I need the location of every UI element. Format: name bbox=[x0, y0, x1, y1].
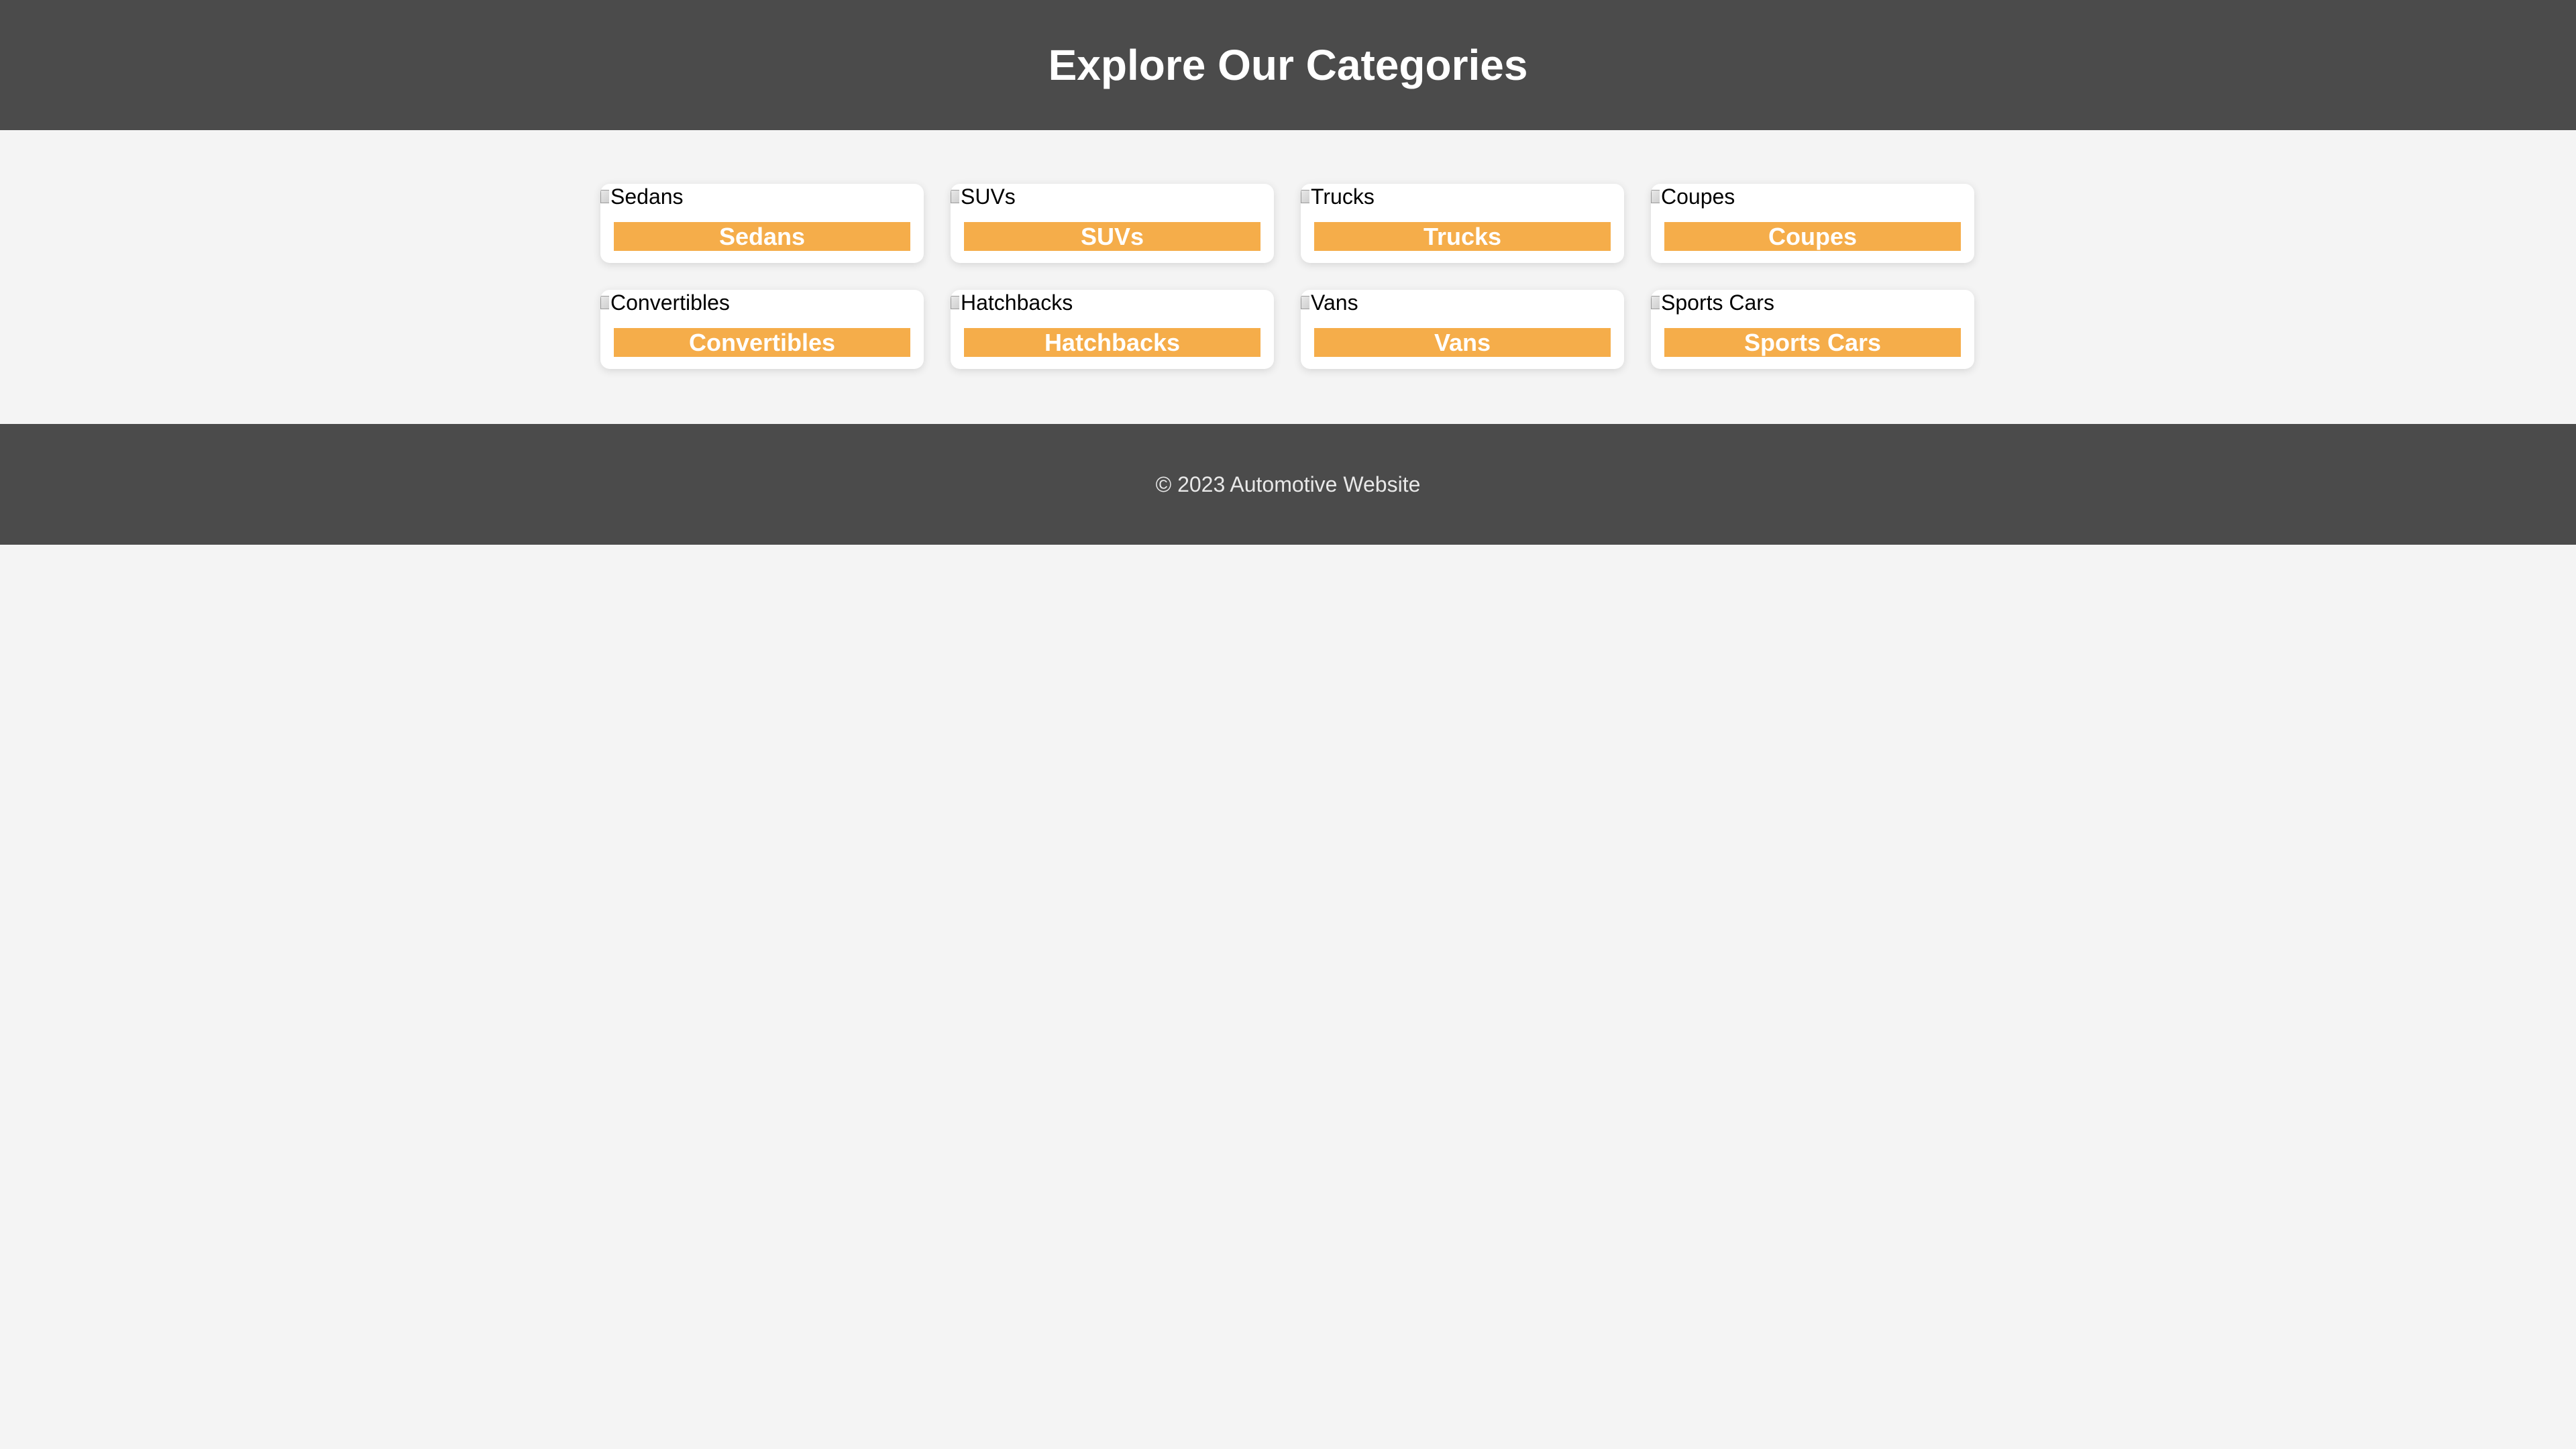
page-title: Explore Our Categories bbox=[1048, 41, 1528, 89]
category-image: Sports Cars bbox=[1651, 290, 1774, 315]
broken-image-icon bbox=[951, 187, 960, 206]
category-image: Trucks bbox=[1301, 184, 1375, 209]
category-card-hatchbacks[interactable]: Hatchbacks Hatchbacks bbox=[951, 290, 1274, 369]
image-alt-text: Hatchbacks bbox=[961, 290, 1073, 315]
category-image: Vans bbox=[1301, 290, 1358, 315]
broken-image-icon bbox=[1301, 293, 1310, 312]
image-alt-text: Vans bbox=[1311, 290, 1358, 315]
copyright-text: © 2023 Automotive Website bbox=[1155, 472, 1421, 496]
category-card-sports-cars[interactable]: Sports Cars Sports Cars bbox=[1651, 290, 1974, 369]
category-label[interactable]: Convertibles bbox=[614, 328, 910, 357]
category-image: Hatchbacks bbox=[951, 290, 1073, 315]
category-image: Sedans bbox=[600, 184, 684, 209]
site-footer: © 2023 Automotive Website bbox=[0, 424, 2576, 545]
category-label[interactable]: Sports Cars bbox=[1664, 328, 1961, 357]
category-label[interactable]: SUVs bbox=[964, 222, 1260, 251]
image-alt-text: SUVs bbox=[961, 184, 1016, 209]
category-label[interactable]: Sedans bbox=[614, 222, 910, 251]
category-image: SUVs bbox=[951, 184, 1016, 209]
category-image: Convertibles bbox=[600, 290, 730, 315]
broken-image-icon bbox=[1651, 293, 1660, 312]
site-header: Explore Our Categories bbox=[0, 0, 2576, 130]
image-alt-text: Coupes bbox=[1661, 184, 1735, 209]
category-label[interactable]: Hatchbacks bbox=[964, 328, 1260, 357]
image-alt-text: Sedans bbox=[610, 184, 684, 209]
broken-image-icon bbox=[951, 293, 960, 312]
category-image: Coupes bbox=[1651, 184, 1735, 209]
category-label[interactable]: Coupes bbox=[1664, 222, 1961, 251]
category-card-coupes[interactable]: Coupes Coupes bbox=[1651, 184, 1974, 263]
broken-image-icon bbox=[600, 187, 610, 206]
broken-image-icon bbox=[600, 293, 610, 312]
category-card-trucks[interactable]: Trucks Trucks bbox=[1301, 184, 1624, 263]
category-card-vans[interactable]: Vans Vans bbox=[1301, 290, 1624, 369]
category-label[interactable]: Vans bbox=[1314, 328, 1611, 357]
image-alt-text: Trucks bbox=[1311, 184, 1375, 209]
category-grid: Sedans Sedans SUVs SUVs Trucks Trucks Co… bbox=[600, 184, 1976, 369]
category-label[interactable]: Trucks bbox=[1314, 222, 1611, 251]
broken-image-icon bbox=[1651, 187, 1660, 206]
broken-image-icon bbox=[1301, 187, 1310, 206]
image-alt-text: Convertibles bbox=[610, 290, 730, 315]
category-card-suvs[interactable]: SUVs SUVs bbox=[951, 184, 1274, 263]
category-card-convertibles[interactable]: Convertibles Convertibles bbox=[600, 290, 924, 369]
image-alt-text: Sports Cars bbox=[1661, 290, 1774, 315]
category-card-sedans[interactable]: Sedans Sedans bbox=[600, 184, 924, 263]
